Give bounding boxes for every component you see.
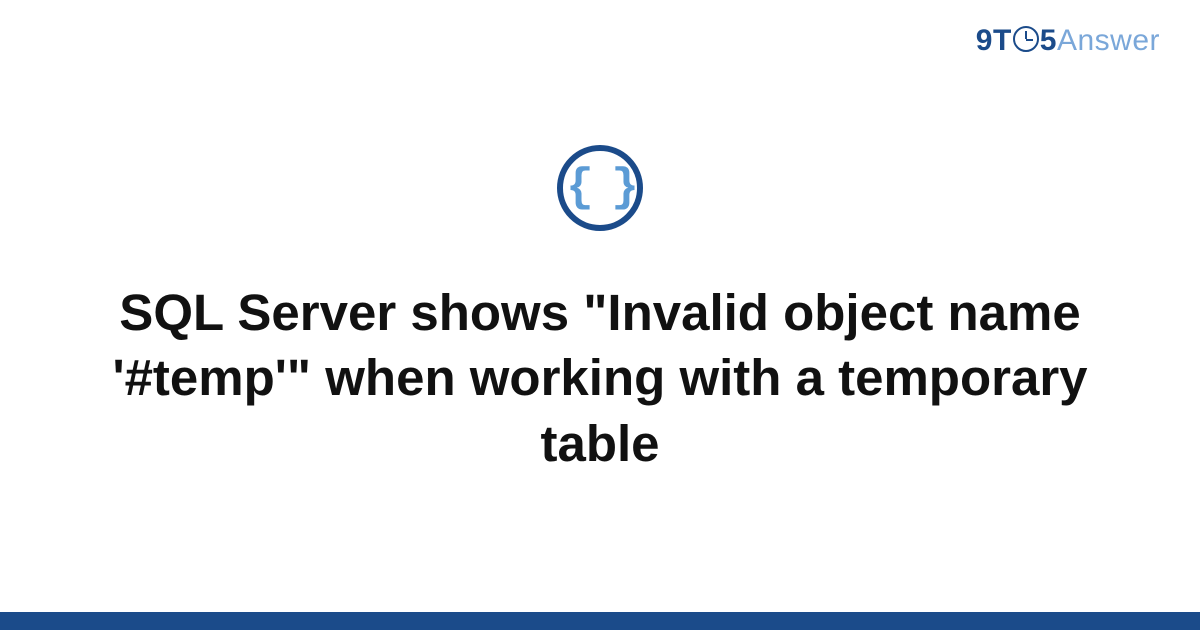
brand-five: 5 (1040, 24, 1057, 57)
braces-glyph: { } (566, 165, 634, 211)
brand-t: T (993, 24, 1012, 57)
brand-nine: 9 (976, 24, 993, 57)
page-title: SQL Server shows "Invalid object name '#… (80, 280, 1120, 476)
brand-logo: 9T5Answer (976, 24, 1160, 58)
code-braces-icon: { } (557, 145, 643, 231)
bottom-accent-bar (0, 612, 1200, 630)
clock-icon (1013, 26, 1039, 52)
brand-answer: Answer (1057, 24, 1160, 57)
